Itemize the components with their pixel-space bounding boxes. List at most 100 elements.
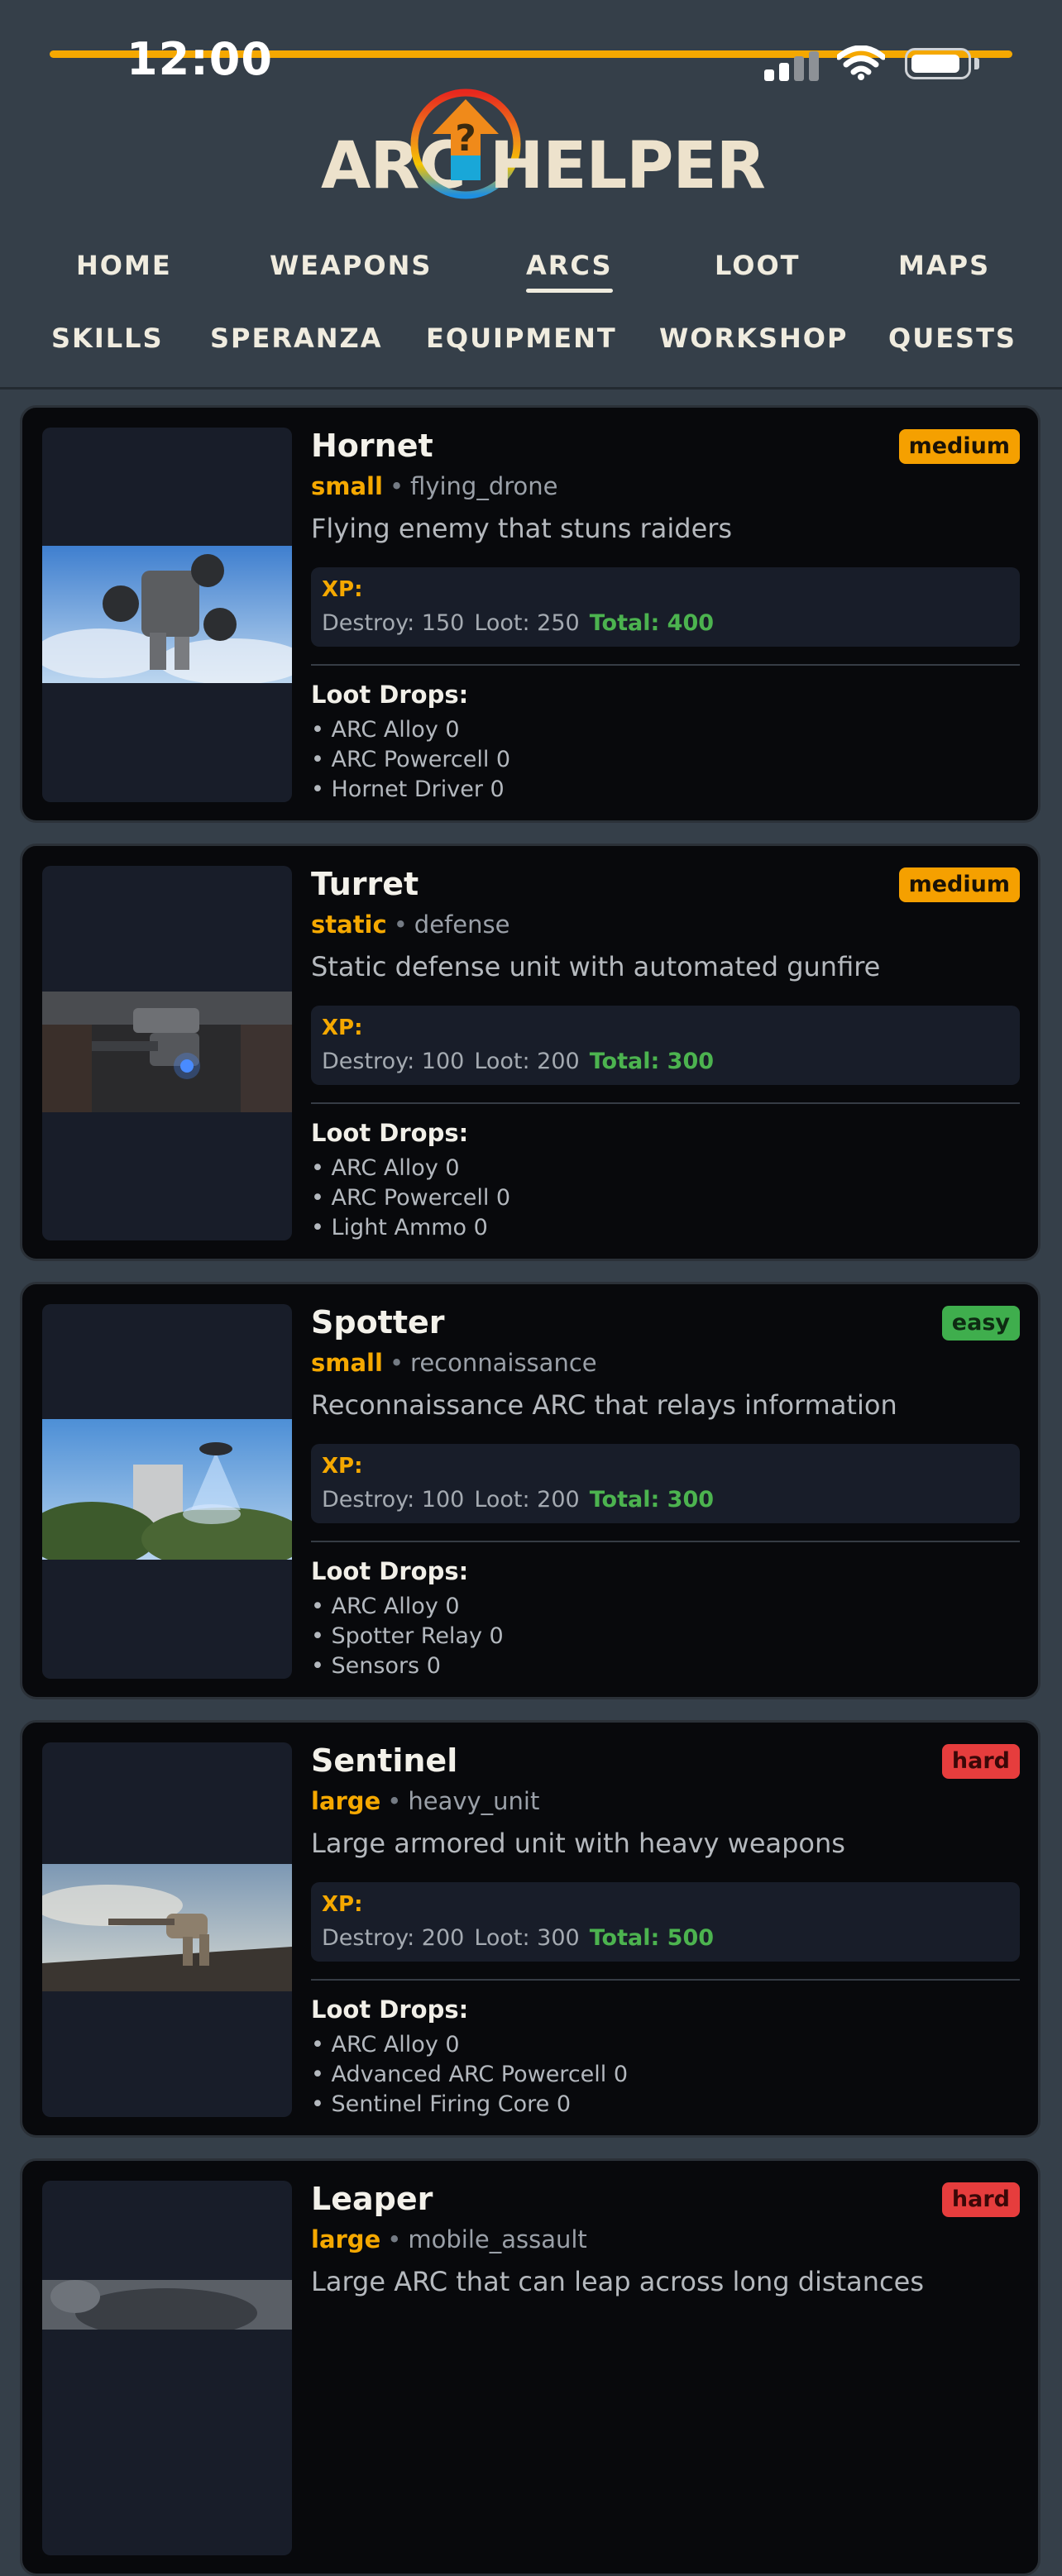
loot-drops-title: Loot Drops: (311, 1995, 469, 2024)
card-divider (311, 1979, 1020, 1981)
xp-loot: Loot: 300 (474, 1925, 580, 1951)
arc-description: Flying enemy that stuns raiders (311, 513, 733, 544)
xp-box: XP: Destroy: 200 Loot: 300 Total: 500 (311, 1882, 1020, 1962)
arc-name: Turret (311, 866, 419, 902)
loot-item: • Light Ammo 0 (311, 1215, 488, 1240)
wifi-icon (837, 45, 885, 80)
xp-values: Destroy: 150 Loot: 250 Total: 400 (322, 610, 714, 636)
arc-meta: small • flying_drone (311, 472, 557, 500)
hornet-drone-image (42, 546, 292, 683)
arc-card-spotter[interactable]: Spotter easy small • reconnaissance Reconn… (20, 1282, 1040, 1699)
arc-size: small (311, 472, 383, 500)
xp-values: Destroy: 100 Loot: 200 Total: 300 (322, 1049, 714, 1074)
difficulty-badge: easy (941, 1306, 1020, 1341)
loot-drops-title: Loot Drops: (311, 1119, 469, 1147)
nav-item-arcs[interactable]: ARCS (526, 250, 613, 293)
arc-thumbnail (42, 428, 292, 802)
arc-description: Static defense unit with automated gunfi… (311, 951, 881, 982)
nav-item-weapons[interactable]: WEAPONS (270, 250, 432, 281)
meta-separator: • (387, 1787, 402, 1815)
battery-icon (905, 48, 971, 79)
arc-card-turret[interactable]: Turret medium static • defense Static defe… (20, 844, 1040, 1261)
turret-image (42, 992, 292, 1112)
meta-separator: • (387, 2225, 402, 2253)
app-logo[interactable]: ARC ? HELPER (321, 83, 766, 207)
xp-destroy: Destroy: 150 (322, 610, 465, 636)
loot-item: • Spotter Relay 0 (311, 1623, 504, 1649)
loot-drops-list: • ARC Alloy 0 • ARC Powercell 0 • Light … (311, 1154, 510, 1243)
xp-total: Total: 500 (589, 1925, 715, 1951)
xp-label: XP: (322, 1892, 363, 1917)
nav-item-workshop[interactable]: WORKSHOP (659, 323, 848, 354)
nav-item-speranza[interactable]: SPERANZA (210, 323, 383, 354)
arc-card-sentinel[interactable]: Sentinel hard large • heavy_unit Large arm… (20, 1720, 1040, 2138)
spotter-image (42, 1419, 292, 1560)
loot-item: • Sensors 0 (311, 1653, 441, 1679)
loot-item: • ARC Alloy 0 (311, 1155, 460, 1181)
loot-drops-list: • ARC Alloy 0 • Advanced ARC Powercell 0… (311, 2030, 628, 2120)
arc-thumbnail (42, 2181, 292, 2555)
sentinel-image (42, 1864, 292, 1991)
xp-total: Total: 400 (589, 610, 715, 636)
meta-separator: • (389, 1349, 404, 1377)
xp-total: Total: 300 (589, 1049, 715, 1074)
loot-item: • Hornet Driver 0 (311, 777, 505, 802)
arc-meta: small • reconnaissance (311, 1349, 597, 1377)
arc-size: small (311, 1349, 383, 1377)
loot-drops-title: Loot Drops: (311, 681, 469, 709)
nav-item-home[interactable]: HOME (76, 250, 172, 281)
arc-name: Sentinel (311, 1742, 458, 1779)
nav-item-maps[interactable]: MAPS (898, 250, 990, 281)
nav-item-quests[interactable]: QUESTS (888, 323, 1017, 354)
arc-category: flying_drone (410, 472, 558, 500)
arc-size: large (311, 1787, 381, 1815)
xp-destroy: Destroy: 200 (322, 1925, 465, 1951)
arc-category: heavy_unit (408, 1787, 540, 1815)
xp-values: Destroy: 200 Loot: 300 Total: 500 (322, 1925, 714, 1951)
xp-loot: Loot: 250 (474, 610, 580, 636)
nav-item-loot[interactable]: LOOT (715, 250, 800, 281)
arc-meta: large • mobile_assault (311, 2225, 587, 2253)
leaper-image (42, 2280, 292, 2330)
xp-box: XP: Destroy: 150 Loot: 250 Total: 400 (311, 567, 1020, 647)
difficulty-badge: hard (941, 1744, 1020, 1779)
logo-text-helper: HELPER (490, 129, 766, 203)
loot-item: • ARC Powercell 0 (311, 747, 511, 772)
svg-text:?: ? (455, 117, 476, 160)
arc-meta: static • defense (311, 910, 509, 939)
arc-card-leaper[interactable]: Leaper hard large • mobile_assault Large A… (20, 2158, 1040, 2576)
xp-loot: Loot: 200 (474, 1487, 580, 1513)
xp-loot: Loot: 200 (474, 1049, 580, 1074)
xp-destroy: Destroy: 100 (322, 1049, 465, 1074)
loot-item: • Sentinel Firing Core 0 (311, 2091, 572, 2117)
xp-destroy: Destroy: 100 (322, 1487, 465, 1513)
battery-tip (974, 58, 979, 69)
xp-values: Destroy: 100 Loot: 200 Total: 300 (322, 1487, 714, 1513)
meta-separator: • (389, 472, 404, 500)
nav-item-equipment[interactable]: EQUIPMENT (426, 323, 617, 354)
loot-item: • Advanced ARC Powercell 0 (311, 2062, 629, 2087)
arc-category: mobile_assault (408, 2225, 587, 2253)
cellular-signal-icon (764, 51, 820, 81)
loot-item: • ARC Alloy 0 (311, 1594, 460, 1619)
arc-name: Hornet (311, 428, 433, 464)
arc-category: reconnaissance (410, 1349, 597, 1377)
xp-box: XP: Destroy: 100 Loot: 200 Total: 300 (311, 1444, 1020, 1523)
card-divider (311, 1102, 1020, 1104)
clock-time: 12:00 (127, 33, 273, 85)
nav-item-skills[interactable]: SKILLS (51, 323, 164, 354)
card-divider (311, 664, 1020, 666)
xp-box: XP: Destroy: 100 Loot: 200 Total: 300 (311, 1006, 1020, 1085)
card-divider (311, 1541, 1020, 1542)
loot-drops-title: Loot Drops: (311, 1557, 469, 1585)
arc-description: Reconnaissance ARC that relays informati… (311, 1389, 897, 1421)
arc-size: static (311, 910, 387, 939)
arc-description: Large armored unit with heavy weapons (311, 1828, 845, 1859)
arc-card-hornet[interactable]: Hornet medium small • flying_drone Flying … (20, 405, 1040, 823)
loot-drops-list: • ARC Alloy 0 • Spotter Relay 0 • Sensor… (311, 1592, 504, 1681)
xp-label: XP: (322, 1016, 363, 1040)
difficulty-badge: medium (898, 429, 1020, 464)
xp-label: XP: (322, 577, 363, 602)
arc-category: defense (414, 910, 510, 939)
meta-separator: • (393, 910, 408, 939)
